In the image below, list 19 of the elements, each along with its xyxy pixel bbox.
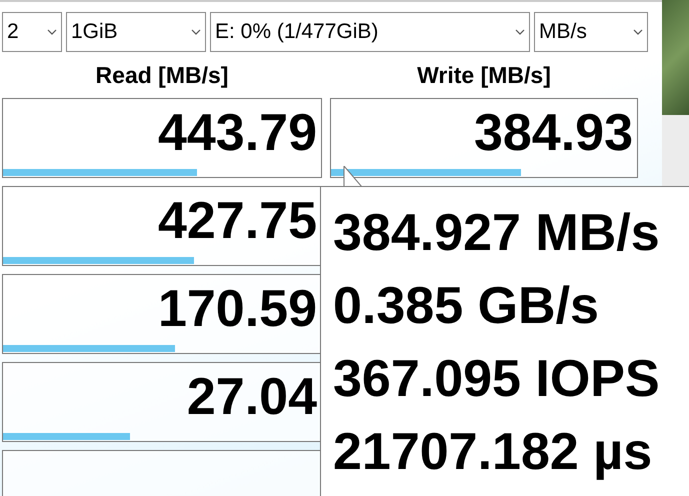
caret-icon — [633, 29, 643, 35]
read-header: Read [MB/s] — [96, 62, 228, 88]
result-value: 27.04 — [186, 367, 318, 423]
result-value: 384.93 — [474, 103, 634, 159]
tooltip-line: 367.095 IOPS — [333, 349, 661, 410]
write-header: Write [MB/s] — [417, 62, 551, 88]
tooltip-line: 0.385 GB/s — [333, 276, 600, 337]
result-value: 170.59 — [158, 279, 318, 335]
caret-icon — [47, 29, 57, 35]
setting-dropdown[interactable]: 2 — [2, 12, 62, 52]
tooltip-line: 384.927 MB/s — [333, 203, 661, 264]
result-value: 443.79 — [158, 103, 318, 159]
setting-dropdown[interactable]: 1GiB — [66, 12, 206, 52]
result-value: 427.75 — [158, 191, 318, 247]
setting-dropdown[interactable]: MB/s — [534, 12, 648, 52]
caret-icon — [191, 29, 201, 35]
setting-dropdown[interactable]: E: 0% (1/477GiB) — [210, 12, 530, 52]
tooltip-line: 21707.182 µs — [333, 422, 654, 483]
caret-icon — [515, 29, 525, 35]
